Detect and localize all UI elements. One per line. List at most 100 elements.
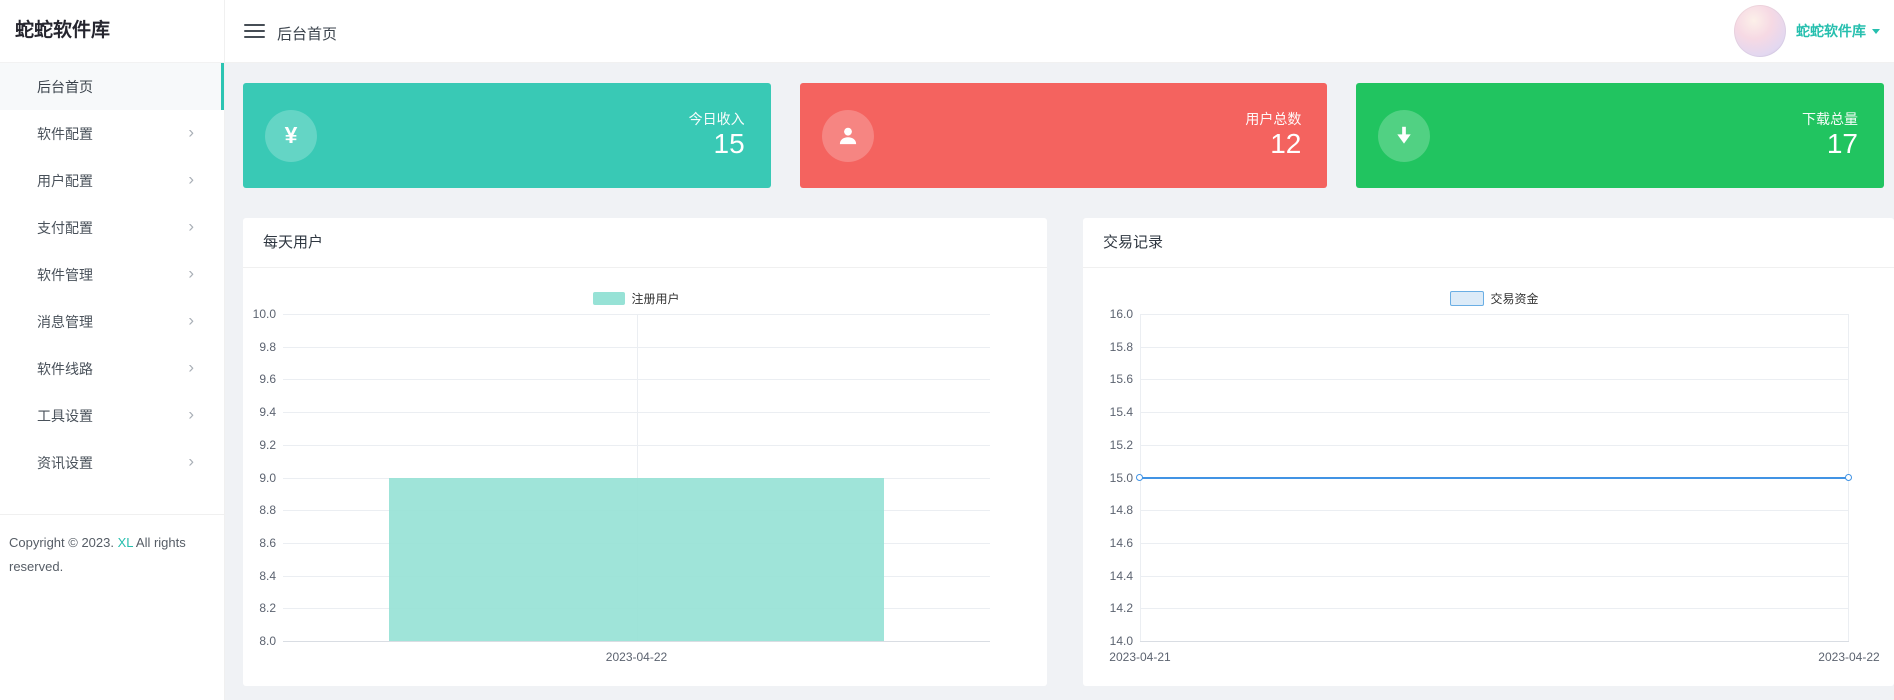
user-menu[interactable]: 蛇蛇软件库 bbox=[1734, 4, 1880, 58]
active-indicator bbox=[221, 63, 224, 110]
y-axis-tick-label: 9.2 bbox=[259, 437, 276, 452]
stat-card-users: 用户总数 12 bbox=[799, 83, 1328, 188]
sidebar-item-label: 软件配置 bbox=[37, 125, 93, 142]
y-axis-tick-label: 8.4 bbox=[259, 568, 276, 583]
sidebar-item-label: 资讯设置 bbox=[37, 454, 93, 471]
chevron-right-icon: › bbox=[188, 262, 194, 282]
user-name: 蛇蛇软件库 bbox=[1796, 23, 1866, 39]
bar-plot: 10.0 9.8 9.6 9.4 9.2 9.0 8.8 8.6 8.4 8.2 8.0 2023-0… bbox=[253, 307, 990, 664]
gridline bbox=[1140, 542, 1849, 544]
y-axis-tick-label: 14.4 bbox=[1109, 568, 1133, 583]
stat-label: 下载总量 bbox=[1802, 111, 1859, 127]
y-axis-tick-label: 14.0 bbox=[1109, 634, 1133, 648]
chart-title: 每天用户 bbox=[243, 218, 1047, 268]
download-icon-glyph bbox=[1397, 126, 1412, 144]
sidebar-item-label: 工具设置 bbox=[37, 407, 93, 424]
dropdown-caret-icon bbox=[1872, 28, 1880, 34]
sidebar-item-news-settings[interactable]: 资讯设置 › bbox=[0, 439, 224, 486]
y-axis-tick-label: 8.6 bbox=[259, 535, 276, 550]
stat-card-downloads: 下载总量 17 bbox=[1356, 83, 1885, 188]
line-plot: 16.0 15.8 15.6 15.4 15.2 15.0 14.8 14.6 14.4 14.2… bbox=[1109, 307, 1879, 664]
chevron-right-icon: › bbox=[188, 215, 194, 235]
chart-title: 交易记录 bbox=[1083, 218, 1894, 268]
stat-label: 用户总数 bbox=[1245, 111, 1302, 127]
yen-glyph: ¥ bbox=[284, 122, 298, 148]
sidebar-item-software-line[interactable]: 软件线路 › bbox=[0, 345, 224, 392]
y-axis-tick-label: 15.4 bbox=[1109, 405, 1133, 420]
legend-swatch bbox=[1450, 291, 1485, 306]
legend-label: 注册用户 bbox=[631, 292, 680, 306]
legend-item[interactable]: 注册用户 bbox=[283, 290, 990, 307]
legend-item[interactable]: 交易资金 bbox=[1140, 290, 1849, 307]
hamburger-icon[interactable] bbox=[244, 24, 265, 38]
y-axis-tick-label: 14.2 bbox=[1109, 601, 1133, 616]
data-point-marker bbox=[1845, 473, 1852, 481]
y-axis-tick-label: 15.6 bbox=[1109, 372, 1133, 387]
copyright-prefix: Copyright © 2023. bbox=[9, 535, 118, 550]
y-axis-tick-label: 10.0 bbox=[252, 307, 276, 321]
stat-label: 今日收入 bbox=[688, 111, 745, 127]
gridline bbox=[1140, 346, 1849, 348]
avatar[interactable] bbox=[1734, 5, 1786, 57]
sidebar: 蛇蛇软件库 后台首页 软件配置 › 用户配置 › 支付配置 › 软件管理 › 消息管理 › 软件线路 ›… bbox=[0, 0, 225, 700]
chevron-right-icon: › bbox=[188, 356, 194, 376]
user-icon bbox=[821, 109, 874, 162]
x-axis-tick-label: 2023-04-22 bbox=[605, 650, 668, 664]
gridline bbox=[1140, 575, 1849, 577]
chevron-right-icon: › bbox=[188, 121, 194, 141]
y-axis-tick-label: 14.8 bbox=[1109, 503, 1133, 518]
gridline bbox=[1140, 608, 1849, 610]
breadcrumb: 后台首页 bbox=[277, 26, 338, 43]
sidebar-item-dashboard[interactable]: 后台首页 bbox=[0, 63, 224, 110]
app-title: 蛇蛇软件库 bbox=[0, 0, 224, 63]
y-axis-tick-label: 15.8 bbox=[1109, 339, 1133, 354]
gridline bbox=[1140, 510, 1849, 512]
y-axis-tick-label: 14.6 bbox=[1109, 535, 1133, 550]
y-axis-tick-label: 9.8 bbox=[259, 339, 276, 354]
sidebar-item-label: 支付配置 bbox=[37, 219, 93, 236]
line-series bbox=[1140, 476, 1849, 479]
download-icon bbox=[1378, 109, 1431, 162]
sidebar-item-software-manage[interactable]: 软件管理 › bbox=[0, 251, 224, 298]
x-axis-tick-label: 2023-04-21 bbox=[1109, 650, 1171, 664]
sidebar-item-payment-config[interactable]: 支付配置 › bbox=[0, 204, 224, 251]
chevron-right-icon: › bbox=[188, 450, 194, 470]
copyright-text: Copyright © 2023. XL All rights reserved… bbox=[0, 515, 224, 579]
y-axis-tick-label: 16.0 bbox=[1109, 307, 1133, 321]
sidebar-item-label: 软件管理 bbox=[37, 266, 93, 283]
sidebar-item-user-config[interactable]: 用户配置 › bbox=[0, 157, 224, 204]
legend-swatch bbox=[593, 292, 626, 305]
bar bbox=[389, 477, 884, 641]
stat-card-income: ¥ 今日收入 15 bbox=[243, 83, 771, 188]
sidebar-item-label: 消息管理 bbox=[37, 313, 93, 330]
stat-value: 12 bbox=[1270, 128, 1302, 159]
sidebar-item-label: 软件线路 bbox=[37, 360, 93, 377]
y-axis-tick-label: 15.0 bbox=[1109, 470, 1133, 485]
sidebar-item-tool-settings[interactable]: 工具设置 › bbox=[0, 392, 224, 439]
sidebar-item-software-config[interactable]: 软件配置 › bbox=[0, 110, 224, 157]
y-axis-tick-label: 9.4 bbox=[259, 405, 276, 420]
stat-value: 15 bbox=[713, 128, 745, 159]
gridline bbox=[1140, 314, 1849, 315]
user-icon-glyph bbox=[839, 127, 856, 144]
stats-row: ¥ 今日收入 15 用户总数 12 下载总量 17 bbox=[243, 83, 1885, 188]
chevron-right-icon: › bbox=[188, 309, 194, 329]
sidebar-menu: 后台首页 软件配置 › 用户配置 › 支付配置 › 软件管理 › 消息管理 › 软件线路 › 工具设置 › 资… bbox=[0, 63, 224, 486]
copyright-link[interactable]: XL bbox=[118, 535, 133, 550]
data-point-marker bbox=[1136, 473, 1143, 481]
gridline bbox=[1140, 444, 1849, 446]
x-axis-tick-label: 2023-04-22 bbox=[1818, 650, 1880, 664]
chevron-right-icon: › bbox=[188, 403, 194, 423]
legend-label: 交易资金 bbox=[1490, 292, 1539, 306]
y-axis-tick-label: 8.8 bbox=[259, 503, 276, 518]
stat-value: 17 bbox=[1826, 128, 1859, 159]
chart-card-daily-users: 每天用户 注册用户 10.0 9.8 9.6 9.4 9.2 9.0 8.8 8.6 8.4 8.… bbox=[243, 218, 1047, 686]
sidebar-item-label: 用户配置 bbox=[37, 172, 93, 189]
y-axis-tick-label: 8.2 bbox=[259, 601, 276, 616]
yen-icon: ¥ bbox=[265, 109, 317, 162]
gridline bbox=[1140, 412, 1849, 414]
y-axis-tick-label: 9.0 bbox=[259, 470, 276, 485]
sidebar-item-message-manage[interactable]: 消息管理 › bbox=[0, 298, 224, 345]
sidebar-item-label: 后台首页 bbox=[37, 78, 93, 95]
y-axis-tick-label: 15.2 bbox=[1109, 437, 1133, 452]
